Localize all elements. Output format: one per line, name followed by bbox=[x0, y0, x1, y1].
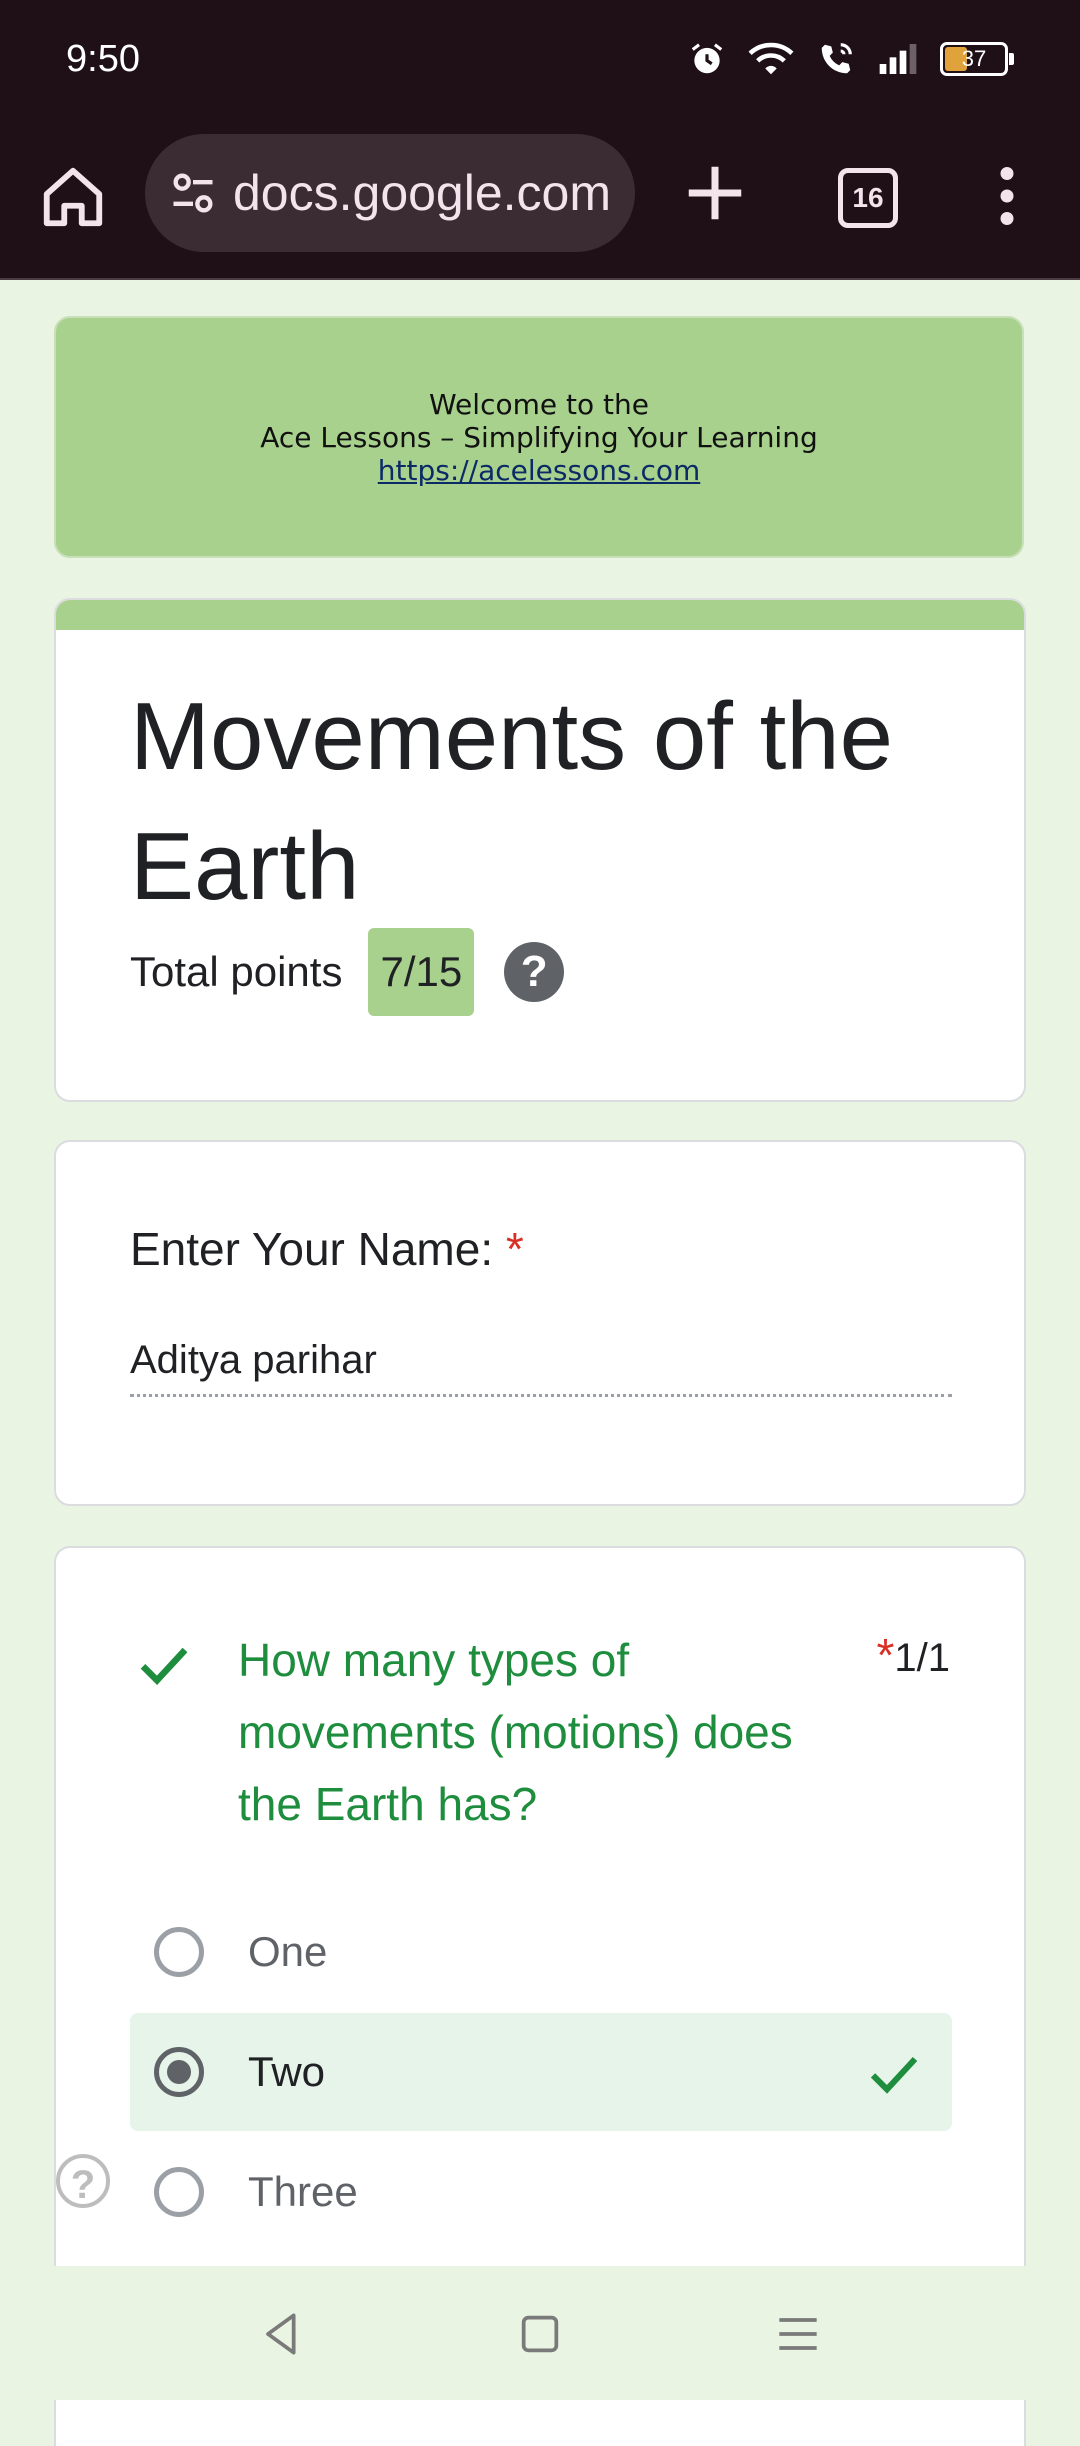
option-label: Three bbox=[248, 2168, 358, 2215]
status-icons: 37 bbox=[688, 40, 1014, 78]
more-menu-icon[interactable] bbox=[992, 166, 1022, 226]
name-question-label: Enter Your Name: * bbox=[130, 1222, 524, 1276]
required-asterisk: * bbox=[876, 1629, 895, 1681]
header-banner: Welcome to the Ace Lessons – Simplifying… bbox=[54, 316, 1024, 558]
option-one[interactable]: One bbox=[130, 1893, 952, 2011]
radio-button[interactable] bbox=[154, 2167, 204, 2217]
status-bar: 9:50 37 bbox=[0, 0, 1080, 126]
site-settings-icon[interactable] bbox=[167, 167, 219, 219]
option-label: Two bbox=[248, 2048, 326, 2095]
signal-icon bbox=[879, 44, 917, 74]
radio-button[interactable] bbox=[154, 1927, 204, 1977]
address-bar[interactable]: docs.google.com bbox=[145, 134, 635, 252]
system-nav-bar bbox=[0, 2266, 1080, 2400]
option-three[interactable]: Three bbox=[130, 2133, 952, 2251]
banner-link[interactable]: https://acelessons.com bbox=[378, 454, 701, 487]
wifi-calling-icon bbox=[821, 43, 852, 74]
home-nav-icon[interactable] bbox=[512, 2306, 568, 2362]
new-tab-icon[interactable] bbox=[680, 158, 750, 228]
wifi-icon bbox=[748, 42, 794, 75]
form-title: Movements of the Earth bbox=[130, 683, 894, 920]
battery-icon: 37 bbox=[940, 42, 1014, 76]
tab-switcher-button[interactable]: 16 bbox=[838, 168, 898, 228]
total-points-badge: 7/15 bbox=[368, 928, 475, 1016]
alarm-icon bbox=[691, 43, 723, 74]
score-value: 1/1 bbox=[894, 1636, 950, 1680]
browser-toolbar: docs.google.com 16 bbox=[0, 126, 1080, 280]
back-icon[interactable] bbox=[254, 2306, 310, 2362]
name-answer: Aditya parihar bbox=[130, 1338, 377, 1382]
correct-check-icon bbox=[140, 1647, 188, 1686]
help-icon[interactable]: ? bbox=[504, 942, 565, 1002]
form-title-card: Movements of the Earth Total points 7/15… bbox=[54, 598, 1026, 1102]
banner-line-2: Ace Lessons – Simplifying Your Learning bbox=[260, 421, 818, 454]
answer-underline bbox=[130, 1394, 952, 1397]
home-icon[interactable] bbox=[38, 162, 108, 232]
battery-level: 37 bbox=[961, 46, 987, 71]
total-points-label: Total points bbox=[130, 948, 343, 995]
banner-line-1: Welcome to the bbox=[429, 388, 649, 421]
required-asterisk: * bbox=[505, 1223, 524, 1275]
url-text: docs.google.com bbox=[233, 165, 612, 221]
option-label: One bbox=[248, 1928, 328, 1975]
option-two[interactable]: Two bbox=[130, 2013, 952, 2131]
total-points-row: Total points 7/15 ? bbox=[130, 928, 565, 1016]
name-question-card: Enter Your Name: * Aditya parihar bbox=[54, 1140, 1026, 1506]
status-time: 9:50 bbox=[66, 38, 140, 80]
title-stripe bbox=[56, 600, 1024, 630]
question-score: *1/1 bbox=[876, 1628, 950, 1682]
floating-help-icon[interactable]: ? bbox=[56, 2154, 110, 2208]
question-text: How many types of movements (motions) do… bbox=[238, 1634, 793, 1830]
radio-button-selected[interactable] bbox=[154, 2047, 204, 2097]
name-label-text: Enter Your Name: bbox=[130, 1223, 494, 1275]
recents-icon[interactable] bbox=[770, 2306, 826, 2362]
correct-answer-check-icon bbox=[870, 2056, 918, 2094]
